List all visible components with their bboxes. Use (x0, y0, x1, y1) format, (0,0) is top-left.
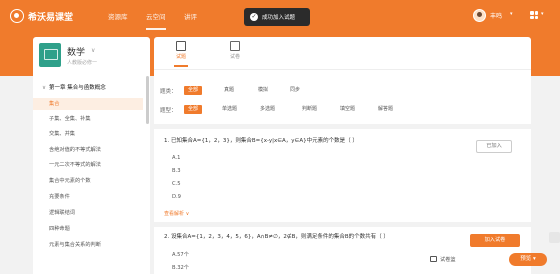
filter-chip[interactable]: 单选题 (218, 105, 241, 114)
question-option: C.5 (172, 181, 181, 187)
tree-item[interactable]: 四种命题 (33, 223, 143, 235)
question-option: D.9 (172, 194, 181, 200)
chevron-down-icon: ∨ (42, 85, 47, 91)
add-to-paper-button[interactable]: 加入试卷 (470, 234, 520, 247)
chevron-down-icon[interactable]: ▾ (541, 11, 544, 17)
question-title: 1. 已知集合A={1，2，3}，则集合B={x-y|x∈A，y∈A}中元素的个… (164, 138, 358, 144)
divider (154, 69, 531, 70)
tree-item[interactable]: 交集、并集 (33, 128, 143, 140)
question-bank-icon (176, 41, 186, 51)
tab-label: 试卷 (229, 54, 240, 60)
tab-questions[interactable]: 试题 (170, 41, 192, 67)
subject-name[interactable]: 数学 (67, 45, 85, 58)
chevron-down-icon[interactable]: ∨ (91, 47, 95, 54)
filter-type-label: 题类： (160, 89, 177, 95)
question-option: A.57个 (172, 252, 189, 258)
filter-chip[interactable]: 同步 (286, 86, 304, 95)
check-icon: ✓ (250, 13, 258, 21)
filter-chip[interactable]: 判断题 (298, 105, 321, 114)
tree-item[interactable]: 一元二次不等式的解法 (33, 159, 143, 171)
app-logo[interactable]: 希沃易课堂 (10, 8, 73, 24)
filter-chip[interactable]: 模拟 (254, 86, 272, 95)
apps-grid-icon[interactable] (530, 11, 538, 19)
chapter-heading[interactable]: ∨ 第一章 集合与函数概念 (42, 83, 106, 91)
filter-chip[interactable]: 全部 (184, 105, 203, 114)
question-option: B.32个 (172, 265, 189, 271)
tree-item[interactable]: 集合中元素的个数 (33, 175, 143, 187)
tree-item[interactable]: 含绝对值的不等式解法 (33, 144, 143, 156)
user-name[interactable]: 丰鸣 (490, 11, 502, 20)
question-title: 2. 设集合A={1，2，3，4，5，6}，A∩B≠∅，2∉B，则满足条件的集合… (164, 234, 389, 240)
chevron-down-icon[interactable]: ▾ (510, 11, 513, 17)
nav-cloud[interactable]: 云空间 (146, 11, 166, 30)
tree-item[interactable]: 元素与集合关系的判断 (33, 239, 143, 251)
nav-review[interactable]: 讲评 (184, 11, 197, 21)
question-option: B.3 (172, 168, 181, 174)
tab-label: 试题 (175, 54, 186, 60)
tree-item[interactable]: 子集、全集、补集 (33, 113, 143, 125)
tree-item[interactable]: 逻辑联结词 (33, 207, 143, 219)
logo-icon (10, 9, 24, 23)
sidebar-scrollbar[interactable] (146, 76, 149, 124)
basket-icon (430, 256, 437, 262)
logo-text: 希沃易课堂 (28, 12, 74, 23)
toast-text: 成功加入试题 (262, 15, 296, 21)
scroll-top-button[interactable] (549, 232, 560, 243)
view-analysis-link[interactable]: 查看解析 ∨ (164, 210, 189, 217)
paper-basket[interactable]: 试卷篮 (430, 256, 456, 263)
subject-edition: 人教版必修一 (67, 60, 98, 66)
filter-chip[interactable]: 真题 (220, 86, 238, 95)
filter-chip[interactable]: 填空题 (336, 105, 359, 114)
avatar[interactable] (473, 9, 486, 22)
filter-chip[interactable]: 多选题 (256, 105, 279, 114)
filter-chip[interactable]: 全部 (184, 86, 203, 95)
paper-icon (230, 41, 240, 51)
chapter-sidebar: 数学 ∨ 人教版必修一 ∨ 第一章 集合与函数概念 集合 子集、全集、补集 交集、… (33, 37, 150, 274)
divider (154, 124, 531, 129)
question-option: A.1 (172, 155, 181, 161)
divider (154, 222, 531, 227)
tree-item[interactable]: 集合 (33, 98, 143, 110)
added-button[interactable]: 已加入 (476, 140, 512, 153)
tab-papers[interactable]: 试卷 (224, 41, 246, 60)
tree-item[interactable]: 充要条件 (33, 191, 143, 203)
book-icon (39, 43, 61, 67)
success-toast: ✓ 成功加入试题 (244, 8, 310, 26)
filter-kind-label: 题型： (160, 108, 177, 114)
preview-button[interactable]: 预览 ▾ (509, 253, 547, 266)
nav-resource[interactable]: 资源库 (108, 11, 128, 21)
filter-chip[interactable]: 解答题 (374, 105, 397, 114)
